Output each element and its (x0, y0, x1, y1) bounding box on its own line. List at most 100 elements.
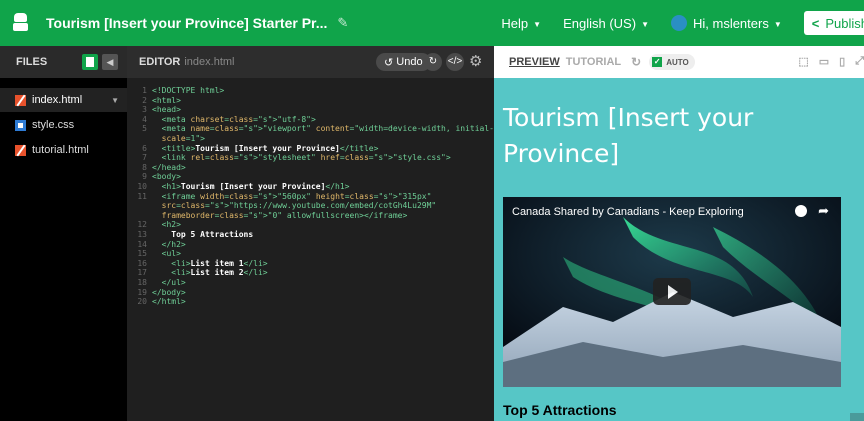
file-item-tutorial-html[interactable]: tutorial.html (0, 138, 127, 162)
thimble-logo-icon[interactable] (10, 12, 32, 34)
gear-icon[interactable]: ⚙ (469, 53, 482, 71)
inspect-icon[interactable]: ⬚ (798, 55, 808, 68)
publish-label: Publish (825, 15, 864, 31)
top-bar: Tourism [Insert your Province] Starter P… (0, 0, 864, 46)
new-file-icon[interactable] (82, 54, 98, 70)
code-line[interactable]: <head> (152, 105, 181, 115)
video-title[interactable]: Canada Shared by Canadians - Keep Explor… (512, 206, 744, 218)
code-line[interactable]: <meta name=class="s">"viewport" content=… (152, 124, 494, 134)
help-menu[interactable]: Help ▼ (501, 16, 541, 31)
files-title: FILES (16, 56, 48, 68)
line-number: 8 (142, 162, 147, 172)
line-number: 7 (142, 153, 147, 163)
preview-heading: Tourism [Insert your Province] (503, 103, 754, 168)
html-file-icon (15, 144, 26, 156)
help-label: Help (501, 15, 529, 31)
mobile-view-icon[interactable]: ▯ (839, 55, 845, 68)
publish-button[interactable]: < Publish (803, 11, 864, 35)
code-line[interactable]: <body> (152, 172, 181, 182)
checkbox-icon: ✓ (652, 57, 663, 67)
file-item-index-html[interactable]: index.html ▼ (0, 88, 127, 112)
html-file-icon (15, 94, 26, 106)
editor-filename: index.html (184, 56, 235, 68)
editor-panel: EDITOR index.html ↺ Undo ↻ </> ⚙ 1 <!DOCT… (127, 46, 494, 421)
line-number: 11 (137, 191, 147, 201)
collapse-panel-icon[interactable]: ◀ (102, 54, 118, 70)
code-line[interactable]: </head> (152, 163, 186, 173)
line-number: 10 (137, 182, 147, 191)
files-panel: FILES ◀ index.html ▼ style.css tutorial.… (0, 46, 127, 421)
undo-label: Undo (396, 56, 423, 68)
preview-panel: PREVIEW TUTORIAL ↻ ✓ AUTO ⬚ ▭ ▯ ⤢ Tourism… (494, 46, 864, 421)
preview-header: PREVIEW TUTORIAL ↻ ✓ AUTO ⬚ ▭ ▯ ⤢ (494, 46, 864, 78)
line-number: 5 (142, 124, 147, 134)
line-number: 13 (137, 230, 147, 239)
css-file-icon (15, 119, 26, 131)
fullscreen-icon[interactable]: ⤢ (855, 55, 864, 68)
user-greeting: Hi, mslenters (692, 16, 769, 31)
line-number: 1 (142, 86, 147, 95)
tab-preview[interactable]: PREVIEW (509, 56, 560, 68)
code-line[interactable]: </h2> (152, 240, 186, 250)
line-number: 14 (137, 239, 147, 249)
code-line[interactable]: </html> (152, 297, 186, 307)
file-name: index.html (32, 94, 83, 106)
redo-icon[interactable]: ↻ (424, 53, 442, 71)
code-line[interactable]: <link rel=class="s">"stylesheet" href=cl… (152, 153, 451, 163)
tab-tutorial[interactable]: TUTORIAL (566, 56, 621, 68)
editor-title: EDITOR (139, 56, 181, 68)
undo-button[interactable]: ↺ Undo (376, 53, 431, 71)
code-line[interactable]: <h1>Tourism [Insert your Province]</h1> (152, 182, 350, 192)
line-number: 6 (142, 143, 147, 153)
play-button[interactable] (653, 278, 691, 305)
share-icon: < (811, 15, 820, 31)
undo-icon: ↺ (384, 56, 394, 69)
code-line[interactable]: <iframe width=class="s">"560px" height=c… (152, 192, 432, 202)
language-menu[interactable]: English (US) ▼ (563, 16, 649, 31)
video-embed[interactable]: Canada Shared by Canadians - Keep Explor… (503, 197, 841, 387)
desktop-view-icon[interactable]: ▭ (819, 55, 829, 68)
auto-label: AUTO (666, 57, 689, 67)
line-number: 2 (142, 95, 147, 105)
code-line[interactable]: src=class="s">"https://www.youtube.com/e… (152, 201, 437, 211)
line-number: 17 (137, 268, 147, 278)
preview-subheading: Top 5 Attractions (503, 402, 617, 418)
file-name: tutorial.html (32, 144, 89, 156)
code-line[interactable]: <li>List item 1</li> (152, 259, 267, 269)
code-line[interactable]: <li>List item 2</li> (152, 268, 267, 278)
chevron-down-icon[interactable]: ▼ (111, 96, 119, 105)
language-label: English (US) (563, 15, 637, 31)
line-number: 18 (137, 278, 147, 287)
code-line[interactable]: Top 5 Attractions (152, 230, 253, 240)
code-line[interactable]: <ul> (152, 249, 181, 259)
project-title[interactable]: Tourism [Insert your Province] Starter P… (46, 15, 327, 31)
line-number: 20 (137, 297, 147, 307)
edit-pencil-icon[interactable]: ✎ (337, 15, 348, 31)
watch-later-icon[interactable] (795, 205, 807, 217)
chevron-down-icon: ▼ (533, 19, 542, 29)
file-item-style-css[interactable]: style.css (0, 113, 127, 137)
auto-refresh-toggle[interactable]: ✓ AUTO (649, 54, 695, 70)
line-number: 3 (142, 105, 147, 115)
chevron-down-icon: ▼ (773, 20, 782, 29)
avatar (670, 15, 687, 31)
line-number: 12 (137, 220, 147, 230)
resize-handle[interactable] (850, 413, 864, 421)
user-menu[interactable]: Hi, mslenters ▼ (670, 15, 782, 31)
code-line[interactable]: <h2> (152, 220, 181, 230)
line-number: 19 (137, 287, 147, 297)
file-name: style.css (32, 119, 75, 131)
code-line[interactable]: <meta charset=class="s">"utf-8"> (152, 115, 316, 125)
refresh-icon[interactable]: ↻ (631, 55, 641, 69)
code-view-icon[interactable]: </> (446, 53, 464, 71)
code-line[interactable]: <html> (152, 96, 181, 106)
code-line[interactable]: </ul> (152, 278, 186, 288)
code-line[interactable]: scale=1"> (152, 134, 205, 144)
code-line[interactable]: <!DOCTYPE html> (152, 86, 224, 96)
code-line[interactable]: <title>Tourism [Insert your Province]</t… (152, 144, 379, 154)
code-line[interactable]: frameborder=class="s">"0" allowfullscree… (152, 211, 408, 221)
code-line[interactable]: </body> (152, 288, 186, 298)
chevron-down-icon: ▼ (641, 19, 649, 29)
line-number: 4 (142, 114, 147, 124)
share-arrow-icon[interactable]: ➦ (818, 203, 829, 219)
